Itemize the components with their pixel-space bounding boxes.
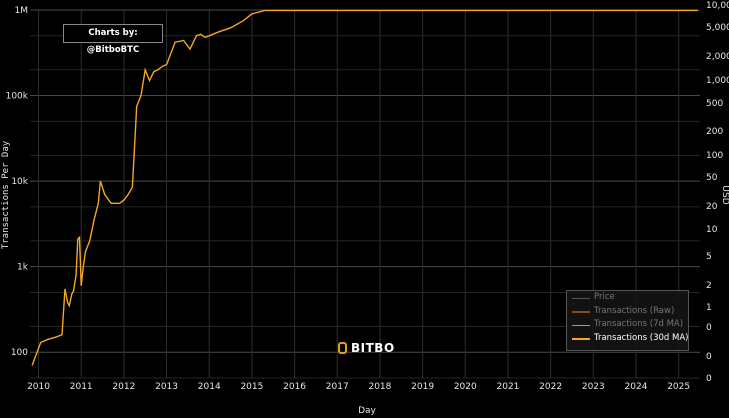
x-tick-label: 2018 (368, 382, 391, 392)
x-tick-label: 2023 (582, 382, 605, 392)
legend-swatch-price (572, 297, 590, 299)
y2-tick-label: 2,000 (706, 52, 729, 62)
y2-tick-label: 500 (706, 99, 723, 109)
y2-tick-label: 10,000 (706, 1, 729, 11)
x-tick-label: 2010 (27, 382, 50, 392)
x-tick-label: 2020 (454, 382, 477, 392)
y-axis-title: Transactions Per Day (1, 140, 11, 249)
y2-tick-label: 50 (706, 173, 718, 183)
bitbo-logo-icon (338, 342, 347, 354)
x-tick-label: 2025 (667, 382, 690, 392)
y2-tick-label: 200 (706, 127, 723, 137)
y2-tick-label: 0 (706, 323, 712, 333)
y2-tick-label: 0 (706, 352, 712, 362)
x-tick-label: 2016 (283, 382, 306, 392)
y2-tick-label: 5 (706, 252, 712, 262)
legend-swatch-30d (572, 338, 590, 340)
y-tick-label: 1M (15, 6, 29, 16)
x-tick-label: 2015 (240, 382, 263, 392)
y2-tick-label: 1 (706, 303, 712, 313)
legend-label: Price (594, 292, 615, 302)
y-tick-label: 1k (17, 263, 29, 273)
x-tick-label: 2019 (411, 382, 434, 392)
legend-item-transactions-30d[interactable]: Transactions (30d MA) (567, 332, 688, 346)
y2-axis-title: USD (720, 185, 729, 204)
legend-label: Transactions (30d MA) (594, 332, 689, 343)
chart-credit: Charts by: @BitboBTC (63, 24, 163, 55)
x-tick-label: 2013 (155, 382, 178, 392)
x-tick-label: 2014 (198, 382, 221, 392)
x-tick-label: 2024 (625, 382, 648, 392)
legend-item-transactions-raw[interactable]: Transactions (Raw) (567, 305, 688, 319)
y2-tick-label: 20 (706, 202, 718, 212)
x-tick-label: 2022 (539, 382, 562, 392)
legend-label: Transactions (Raw) (594, 305, 675, 316)
chart-legend: Price Transactions (Raw) Transactions (7… (566, 290, 689, 351)
y2-tick-label: 10 (706, 225, 718, 235)
y-tick-label: 10k (11, 177, 28, 187)
x-tick-label: 2017 (326, 382, 349, 392)
y-tick-label: 100 (11, 348, 28, 358)
y2-tick-label: 2 (706, 281, 712, 291)
x-tick-label: 2021 (497, 382, 520, 392)
y2-tick-label: 100 (706, 151, 723, 161)
y2-tick-label: 1,000 (706, 76, 729, 86)
legend-label: Transactions (7d MA) (594, 319, 684, 329)
legend-item-transactions-7d[interactable]: Transactions (7d MA) (567, 318, 688, 332)
legend-swatch-raw (572, 311, 590, 313)
bitbo-logo-text: BITBO (351, 341, 395, 355)
legend-item-price[interactable]: Price (567, 291, 688, 305)
y2-tick-label: 5,000 (706, 23, 729, 33)
bitbo-logo: BITBO (338, 340, 395, 356)
x-tick-label: 2011 (70, 382, 93, 392)
y-tick-label: 100k (6, 92, 29, 102)
x-axis-title: Day (358, 406, 376, 416)
y2-tick-label: 0 (706, 374, 712, 384)
x-axis-ticks: 2010 2011 2012 2013 2014 2015 2016 2017 2018 2019… (27, 382, 690, 392)
legend-swatch-7d (572, 324, 590, 326)
x-tick-label: 2012 (112, 382, 135, 392)
